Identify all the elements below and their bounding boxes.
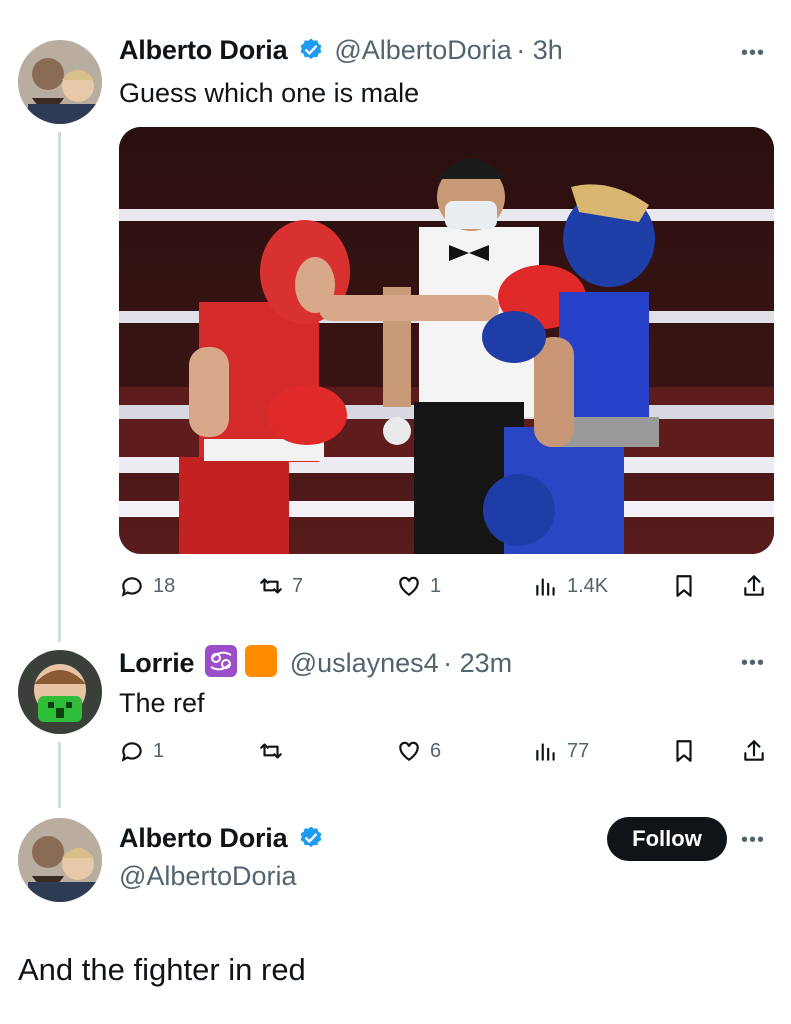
author-name[interactable]: Alberto Doria	[119, 35, 288, 65]
tweet-text: Guess which one is male	[119, 78, 420, 108]
like-button[interactable]: 1	[396, 573, 441, 599]
tweet-time[interactable]: · 3h	[516, 35, 563, 65]
author-avatar[interactable]	[18, 40, 102, 124]
reply-author-name[interactable]: Lorrie	[119, 648, 195, 678]
tweet-photo[interactable]	[119, 127, 774, 554]
reply-time[interactable]: · 23m	[443, 648, 512, 678]
reply-like-button[interactable]: 6	[396, 738, 441, 764]
author-handle[interactable]: @AlbertoDoria	[334, 35, 511, 65]
reply-count: 18	[153, 574, 176, 597]
more-dots-icon[interactable]: •••	[741, 42, 765, 65]
retweet-icon	[260, 578, 282, 594]
reply-avatar[interactable]	[18, 650, 102, 734]
verified-badge-icon	[300, 38, 322, 59]
thread-line	[58, 132, 61, 642]
follow-button[interactable]: Follow	[607, 817, 727, 861]
views-icon	[536, 743, 555, 761]
share-icon	[744, 740, 764, 761]
reply-author-handle[interactable]: @uslaynes4	[290, 648, 439, 678]
bookmark-icon	[676, 575, 692, 597]
views-button[interactable]: 1.4K	[533, 573, 608, 599]
reply-text: The ref	[119, 688, 205, 718]
author-handle-2[interactable]: @AlbertoDoria	[119, 861, 296, 892]
reply-reply-count: 1	[153, 739, 165, 762]
author-name-2[interactable]: Alberto Doria	[119, 823, 288, 853]
retweet-icon	[260, 743, 282, 759]
like-count: 1	[430, 574, 442, 597]
bookmark-icon	[676, 740, 692, 762]
retweet-count: 7	[292, 574, 304, 597]
like-icon	[399, 741, 419, 761]
reply-icon	[121, 577, 142, 597]
tweet2-header: Alberto Doria	[119, 823, 324, 854]
reply-share-button[interactable]	[741, 738, 767, 764]
reply-reply-button[interactable]: 1	[119, 738, 164, 764]
reply-like-count: 6	[430, 739, 442, 762]
reply-button[interactable]: 18	[119, 573, 175, 599]
reply-more-dots-icon[interactable]: •••	[741, 652, 765, 675]
bookmark-button[interactable]	[671, 573, 697, 599]
boxing-photo	[119, 127, 774, 554]
reply-icon	[121, 742, 142, 762]
orange-square-icon	[245, 645, 278, 677]
share-icon	[744, 575, 764, 596]
reply-view-count: 77	[567, 739, 590, 762]
view-count: 1.4K	[567, 574, 609, 597]
tweet-header: Alberto Doria @AlbertoDoria · 3h	[119, 35, 563, 66]
like-icon	[399, 576, 419, 596]
tweet2-text: And the fighter in red	[18, 952, 306, 987]
views-icon	[536, 578, 555, 596]
reply-bookmark-button[interactable]	[671, 738, 697, 764]
verified-badge-icon	[300, 826, 322, 847]
retweet-button[interactable]: 7	[258, 573, 303, 599]
cancer-zodiac-icon	[204, 645, 237, 677]
reply-header: Lorrie @uslaynes4 · 23m	[119, 645, 512, 679]
tweet2-more-dots-icon[interactable]: •••	[741, 829, 765, 852]
reply-retweet-button[interactable]	[258, 738, 292, 764]
reply-views-button[interactable]: 77	[533, 738, 589, 764]
share-button[interactable]	[741, 573, 767, 599]
thread-line-2	[58, 742, 61, 808]
author-avatar-2[interactable]	[18, 818, 102, 902]
